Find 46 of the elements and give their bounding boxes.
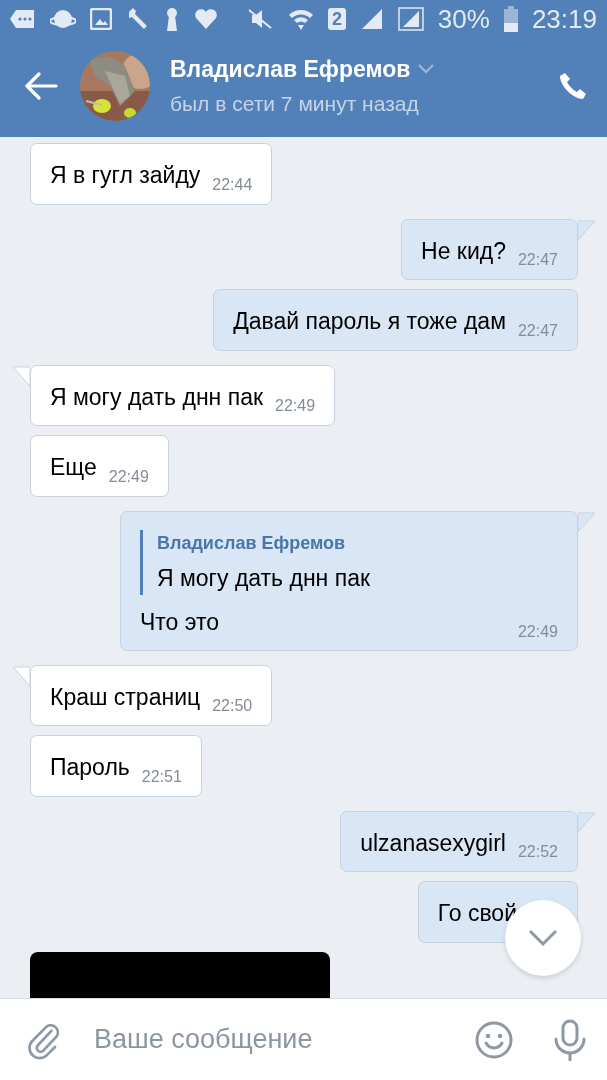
microphone-icon	[553, 1018, 587, 1061]
chevron-down-icon	[528, 929, 558, 947]
message-text: Я в гугл зайду	[50, 161, 201, 190]
message-time: 22:49	[108, 468, 149, 485]
message-text: Го свой	[437, 899, 517, 928]
planet-icon	[50, 8, 76, 30]
battery-percent: 30%	[437, 2, 490, 36]
contact-name[interactable]: Владислав Ефремов	[170, 51, 411, 86]
call-button[interactable]	[559, 71, 587, 100]
heart-icon	[193, 8, 218, 30]
message-text: Не кид?	[421, 236, 506, 266]
message-text: Я могу дать днн пак	[50, 382, 264, 412]
last-seen-status: был в сети 7 минут назад	[170, 91, 420, 117]
message-time: 22:47	[517, 322, 558, 339]
wifi-icon	[287, 7, 314, 31]
quoted-author: Владислав Ефремов	[157, 531, 347, 555]
emoji-button[interactable]	[475, 1020, 513, 1059]
chevron-down-icon	[418, 63, 435, 74]
message-time: 22:52	[517, 844, 558, 860]
back-arrow-icon	[24, 71, 58, 100]
battery-icon	[503, 6, 518, 32]
quoted-message[interactable]: Владислав Ефремов Я могу дать днн пак	[140, 529, 558, 595]
back-button[interactable]	[24, 71, 58, 100]
clock-time: 23:19	[531, 2, 597, 36]
message-text: Краш страниц	[50, 682, 201, 712]
quoted-text: Я могу дать днн пак	[157, 563, 372, 593]
message-text: Еще	[50, 453, 97, 482]
microphone-button[interactable]	[553, 1018, 587, 1061]
message-time: 22:49	[275, 398, 316, 414]
message-time: 22:49	[517, 623, 558, 640]
message-time: 22:44	[212, 176, 253, 193]
message-text: ulzanasexygirl	[360, 828, 506, 858]
message-time: 22:50	[212, 698, 253, 714]
message-text: Давай пароль я тоже дам	[233, 307, 506, 336]
message-text: Пароль	[50, 753, 130, 782]
message-icon	[10, 8, 36, 30]
signal-icon	[359, 7, 384, 31]
sim-slot-label: 2	[327, 8, 346, 30]
message-time: 22:47	[517, 252, 558, 268]
phone-icon	[559, 71, 587, 100]
image-icon	[89, 8, 112, 30]
message-time: 22:51	[141, 768, 182, 785]
smiley-icon	[475, 1020, 513, 1059]
message-input[interactable]: Ваше сообщение	[92, 1018, 461, 1061]
signal-icon	[397, 7, 424, 31]
message-text: Что это	[140, 608, 220, 637]
